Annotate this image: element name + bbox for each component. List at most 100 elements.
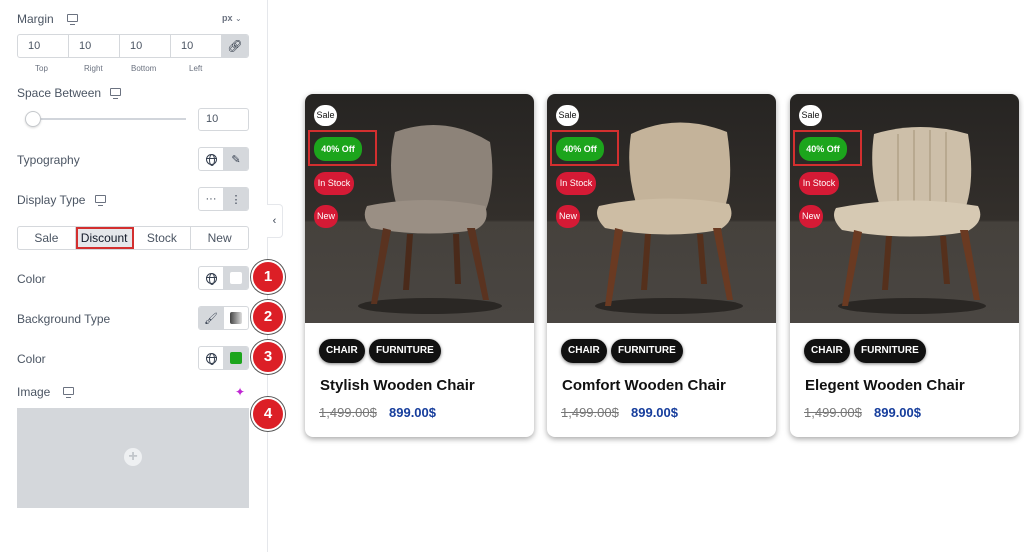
- chair-illustration: [595, 122, 743, 314]
- dots-vertical-icon: ⋮: [230, 193, 242, 206]
- old-price: 1,499.00$: [319, 405, 377, 420]
- more-options-button[interactable]: ···: [199, 188, 223, 210]
- product-title[interactable]: Comfort Wooden Chair: [562, 377, 726, 394]
- margin-left-label: Left: [189, 64, 203, 73]
- display-type-label: Display Type: [17, 193, 86, 207]
- display-type-tabs: Sale Discount Stock New: [17, 226, 249, 250]
- unit-select[interactable]: px ⌄: [222, 13, 242, 23]
- color-picker-button[interactable]: [223, 267, 248, 289]
- background-type-controls: 🖌︎: [198, 306, 249, 330]
- marker-3: 3: [251, 340, 285, 374]
- marker-2: 2: [251, 300, 285, 334]
- sale-badge: Sale: [314, 105, 337, 126]
- margin-right-input[interactable]: 10: [69, 35, 120, 57]
- color-controls: [198, 266, 249, 290]
- image-label: Image: [17, 385, 51, 399]
- globe-icon: [205, 153, 217, 166]
- highlight-box: [308, 130, 377, 166]
- space-between-slider[interactable]: [28, 118, 186, 120]
- new-badge: New: [556, 205, 580, 228]
- globe-icon: [205, 352, 217, 365]
- edit-typography-button[interactable]: ✎: [223, 148, 248, 170]
- tag-furniture[interactable]: FURNITURE: [854, 339, 926, 363]
- gradient-icon: [230, 312, 242, 324]
- margin-bottom-input[interactable]: 10: [120, 35, 171, 57]
- color-label: Color: [17, 272, 46, 286]
- product-image[interactable]: [547, 94, 776, 323]
- sale-badge: Sale: [556, 105, 579, 126]
- margin-left-input[interactable]: 10: [171, 35, 222, 57]
- new-badge: New: [799, 205, 823, 228]
- tab-new[interactable]: New: [191, 227, 248, 249]
- color-swatch: [230, 352, 242, 364]
- typography-controls: ✎: [198, 147, 249, 171]
- global-color-button[interactable]: [199, 347, 223, 369]
- gradient-background-button[interactable]: [223, 307, 248, 329]
- marker-4: 4: [251, 397, 285, 431]
- product-card[interactable]: Sale 40% Off In Stock New CHAIR FURNITUR…: [790, 94, 1019, 437]
- chair-illustration: [834, 127, 986, 314]
- tag-chair[interactable]: CHAIR: [804, 339, 850, 363]
- stock-badge: In Stock: [556, 172, 596, 195]
- margin-bottom-label: Bottom: [131, 64, 157, 73]
- typography-label: Typography: [17, 153, 80, 167]
- background-color-picker-button[interactable]: [223, 347, 248, 369]
- background-color-label: Color: [17, 352, 46, 366]
- tab-stock[interactable]: Stock: [134, 227, 192, 249]
- link-values-button[interactable]: 🔗︎: [222, 35, 248, 57]
- product-image[interactable]: [305, 94, 534, 323]
- tag-furniture[interactable]: FURNITURE: [611, 339, 683, 363]
- product-image[interactable]: [790, 94, 1019, 323]
- add-image-icon[interactable]: +: [124, 448, 142, 466]
- chair-illustration: [358, 124, 502, 314]
- brush-icon: 🖌︎: [204, 312, 218, 325]
- collapse-panel-button[interactable]: ‹: [267, 204, 283, 238]
- margin-top-label: Top: [35, 64, 48, 73]
- margin-top-input[interactable]: 10: [18, 35, 69, 57]
- product-card[interactable]: Sale 40% Off In Stock New CHAIR FURNITUR…: [305, 94, 534, 437]
- slider-handle[interactable]: [25, 111, 41, 127]
- stock-badge: In Stock: [314, 172, 354, 195]
- desktop-icon[interactable]: [95, 195, 106, 206]
- chevron-left-icon: ‹: [272, 215, 277, 227]
- tag-chair[interactable]: CHAIR: [561, 339, 607, 363]
- color-swatch: [230, 272, 242, 284]
- margin-right-label: Right: [84, 64, 103, 73]
- background-type-label: Background Type: [17, 312, 111, 326]
- old-price: 1,499.00$: [561, 405, 619, 420]
- highlight-box: [793, 130, 862, 166]
- classic-background-button[interactable]: 🖌︎: [199, 307, 223, 329]
- sale-price: 899.00$: [631, 405, 678, 420]
- chevron-down-icon: ⌄: [235, 14, 242, 23]
- product-title[interactable]: Stylish Wooden Chair: [320, 377, 475, 394]
- pencil-icon: ✎: [231, 153, 241, 166]
- dots-horizontal-icon: ···: [205, 193, 217, 205]
- sale-price: 899.00$: [874, 405, 921, 420]
- tag-furniture[interactable]: FURNITURE: [369, 339, 441, 363]
- new-badge: New: [314, 205, 338, 228]
- globe-icon: [205, 272, 217, 285]
- tab-sale[interactable]: Sale: [18, 227, 76, 249]
- old-price: 1,499.00$: [804, 405, 862, 420]
- more-vertical-button[interactable]: ⋮: [223, 188, 248, 210]
- highlight-box: [550, 130, 619, 166]
- ai-sparkle-icon[interactable]: ✦: [235, 385, 245, 399]
- settings-panel: Margin px ⌄ 10 10 10 10 🔗︎ Top Right Bot…: [0, 0, 285, 552]
- tab-discount[interactable]: Discount: [75, 227, 134, 249]
- desktop-icon[interactable]: [67, 14, 78, 25]
- display-type-controls: ··· ⋮: [198, 187, 249, 211]
- product-title[interactable]: Elegent Wooden Chair: [805, 377, 965, 394]
- margin-label: Margin: [17, 12, 54, 26]
- marker-1: 1: [251, 260, 285, 294]
- desktop-icon[interactable]: [110, 88, 121, 99]
- space-between-input[interactable]: 10: [198, 108, 249, 131]
- global-typography-button[interactable]: [199, 148, 223, 170]
- product-card[interactable]: Sale 40% Off In Stock New CHAIR FURNITUR…: [547, 94, 776, 437]
- global-color-button[interactable]: [199, 267, 223, 289]
- stock-badge: In Stock: [799, 172, 839, 195]
- link-icon: 🔗︎: [227, 39, 243, 53]
- tag-chair[interactable]: CHAIR: [319, 339, 365, 363]
- space-between-label: Space Between: [17, 86, 102, 100]
- sale-badge: Sale: [799, 105, 822, 126]
- desktop-icon[interactable]: [63, 387, 74, 398]
